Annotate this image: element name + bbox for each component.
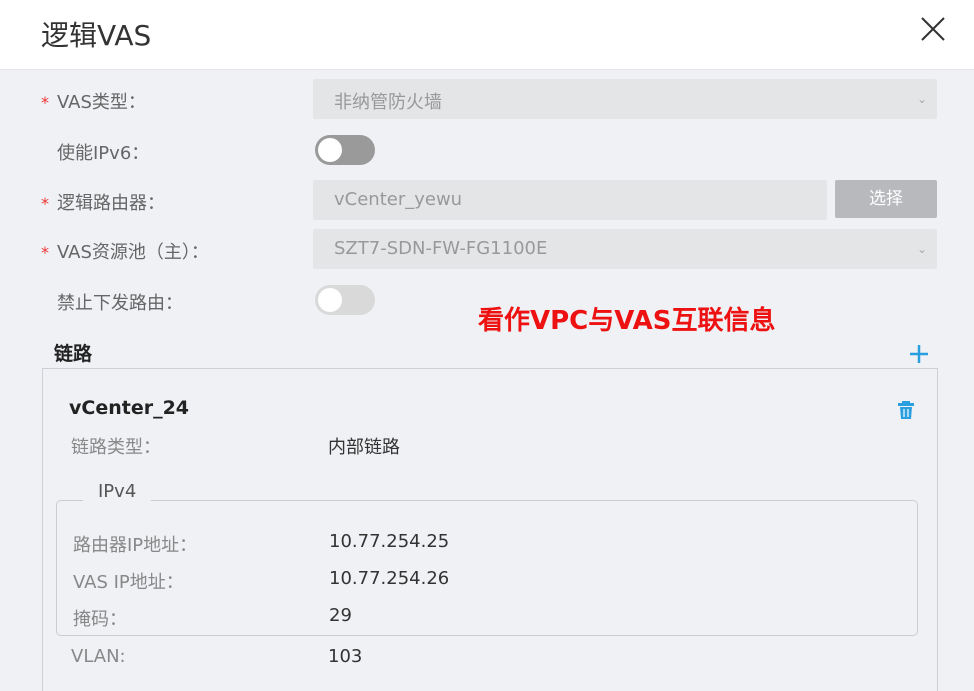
add-link-button[interactable] bbox=[905, 340, 933, 368]
link-card: vCenter_24 链路类型： 内部链路 路由器IP地址： 10.77.254… bbox=[42, 368, 938, 691]
required-mark: * bbox=[41, 194, 49, 213]
close-icon bbox=[921, 17, 945, 41]
router-ip-label: 路由器IP地址： bbox=[73, 535, 198, 556]
forbid-route-toggle[interactable] bbox=[315, 285, 375, 315]
plus-icon bbox=[910, 345, 928, 363]
link-name: vCenter_24 bbox=[69, 397, 190, 419]
dialog-title: 逻辑VAS bbox=[41, 19, 152, 52]
vas-pool-value: SZT7-SDN-FW-FG1100E bbox=[334, 238, 548, 259]
mask-value: 29 bbox=[329, 605, 352, 626]
ipv6-label: 使能IPv6： bbox=[57, 143, 150, 164]
chevron-down-icon: ⌄ bbox=[916, 92, 927, 106]
chevron-down-icon: ⌄ bbox=[916, 242, 927, 256]
forbid-route-label: 禁止下发路由： bbox=[57, 293, 183, 314]
form-row-vas-type: * VAS类型： 非纳管防火墙 ⌄ bbox=[0, 79, 974, 119]
required-mark: * bbox=[41, 243, 49, 262]
form-row-logical-router: * 逻辑路由器： vCenter_yewu 选择 bbox=[0, 180, 974, 220]
required-mark: * bbox=[41, 93, 49, 112]
toggle-knob bbox=[318, 138, 342, 162]
vas-ip-value: 10.77.254.26 bbox=[329, 568, 450, 589]
vas-pool-select[interactable]: SZT7-SDN-FW-FG1100E ⌄ bbox=[313, 229, 937, 269]
choose-router-button[interactable]: 选择 bbox=[835, 180, 937, 218]
delete-link-button[interactable] bbox=[895, 399, 917, 421]
trash-icon bbox=[898, 401, 914, 419]
logical-router-input[interactable]: vCenter_yewu bbox=[313, 180, 827, 220]
link-type-label: 链路类型： bbox=[71, 437, 161, 458]
router-ip-value: 10.77.254.25 bbox=[329, 531, 450, 552]
logical-router-value: vCenter_yewu bbox=[334, 189, 463, 210]
vlan-label: VLAN: bbox=[71, 646, 126, 667]
vas-pool-label: VAS资源池（主）： bbox=[57, 242, 209, 263]
vas-ip-label: VAS IP地址： bbox=[73, 572, 184, 593]
ipv4-legend: IPv4 bbox=[83, 477, 152, 507]
vas-type-value: 非纳管防火墙 bbox=[334, 92, 442, 113]
vas-type-label: VAS类型： bbox=[57, 92, 146, 113]
form-row-vas-pool: * VAS资源池（主）： SZT7-SDN-FW-FG1100E ⌄ bbox=[0, 229, 974, 269]
links-section-title: 链路 bbox=[54, 343, 93, 365]
link-type-value: 内部链路 bbox=[328, 437, 400, 458]
dialog-header: 逻辑VAS bbox=[0, 0, 974, 70]
form-row-ipv6: 使能IPv6： bbox=[0, 130, 974, 170]
mask-label: 掩码： bbox=[73, 609, 127, 630]
close-button[interactable] bbox=[917, 13, 949, 45]
ipv4-group: 路由器IP地址： 10.77.254.25 VAS IP地址： 10.77.25… bbox=[56, 500, 918, 636]
vas-type-select[interactable]: 非纳管防火墙 ⌄ bbox=[313, 79, 937, 119]
toggle-knob bbox=[318, 288, 342, 312]
vlan-value: 103 bbox=[328, 646, 363, 667]
logical-router-label: 逻辑路由器： bbox=[57, 193, 165, 214]
annotation-text: 看作VPC与VAS互联信息 bbox=[478, 306, 776, 336]
ipv6-toggle[interactable] bbox=[315, 135, 375, 165]
